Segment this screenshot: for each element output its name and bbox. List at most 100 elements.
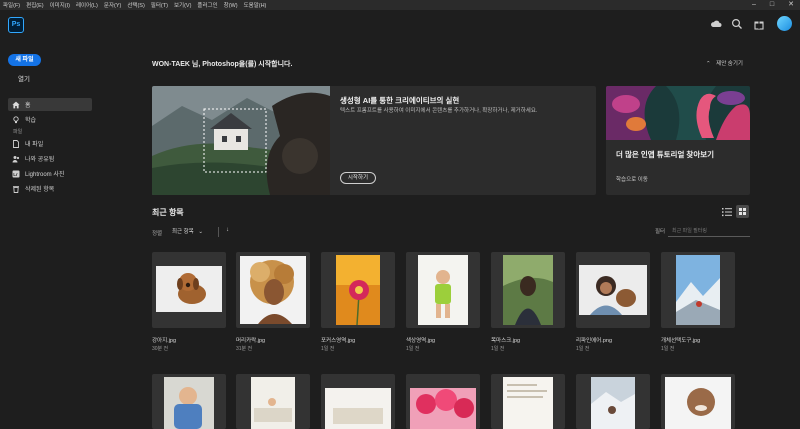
menu-view[interactable]: 보기(V) (171, 1, 194, 9)
file-thumbnail (665, 377, 731, 429)
chevron-down-icon: ⌄ (198, 229, 203, 235)
sidebar-item-label: 학습 (25, 118, 37, 124)
banner-description: 텍스트 프롬프트를 사용하여 이미지에서 콘텐츠를 추가하거나, 확장하거나, … (340, 108, 538, 114)
sidebar: 새 파일 열기 홈 학습 파일 내 파일 나와 공유됨 Lr Lightroom… (0, 38, 100, 429)
cloud-icon[interactable] (710, 18, 722, 30)
grid-view-button[interactable] (736, 205, 749, 218)
tutorial-image (606, 86, 750, 140)
menu-file[interactable]: 파일(F) (0, 1, 23, 9)
file-icon (13, 139, 19, 148)
grid-view-icon (739, 208, 746, 215)
minimize-icon[interactable]: – (752, 0, 756, 10)
file-card-baby[interactable] (152, 374, 226, 429)
search-icon[interactable] (731, 18, 743, 30)
file-time: 1일 전 (661, 346, 675, 352)
tutorials-card[interactable]: 더 많은 인앱 튜토리얼 찾아보기 학습으로 이동 (606, 86, 750, 195)
file-card-document[interactable] (491, 374, 565, 429)
app-bar: Ps (0, 10, 800, 38)
shared-people-icon (12, 155, 20, 162)
file-time: 30분 전 (152, 346, 169, 352)
file-name: 개체선택도구.jpg (661, 338, 701, 344)
sidebar-item-deleted[interactable]: 삭제된 항목 (8, 182, 92, 195)
menu-window[interactable]: 창(W) (221, 1, 241, 9)
new-file-button[interactable]: 새 파일 (8, 54, 41, 66)
trash-icon (13, 185, 19, 193)
file-time: 1일 전 (576, 346, 590, 352)
file-card-hair[interactable] (236, 252, 310, 328)
menu-image[interactable]: 이미지(I) (47, 1, 73, 9)
file-name: 색상영역.jpg (406, 338, 436, 344)
sidebar-item-learn[interactable]: 학습 (8, 113, 92, 126)
tutorials-title: 더 많은 인앱 튜토리얼 찾아보기 (616, 150, 715, 159)
list-view-icon[interactable] (722, 207, 732, 217)
file-name: 강아지.jpg (152, 338, 177, 344)
menu-help[interactable]: 도움말(H) (241, 1, 270, 9)
file-card-sofa[interactable] (321, 374, 395, 429)
file-thumbnail (579, 265, 647, 315)
file-card-sofa-child[interactable] (236, 374, 310, 429)
file-thumbnail (676, 255, 720, 325)
sidebar-item-label: 홈 (25, 103, 31, 109)
go-to-learn-link[interactable]: 학습으로 이동 (616, 175, 648, 183)
get-started-button[interactable]: 시작하기 (340, 172, 376, 184)
menu-select[interactable]: 선택(S) (124, 1, 147, 9)
page-title: WON-TAEK 님, Photoshop을(를) 시작합니다. (152, 61, 293, 68)
sidebar-item-my-files[interactable]: 내 파일 (8, 137, 92, 150)
sidebar-item-label: Lightroom 사진 (25, 172, 65, 178)
sidebar-item-home[interactable]: 홈 (8, 98, 92, 111)
menu-type[interactable]: 문자(Y) (101, 1, 124, 9)
files-section-label: 파일 (13, 129, 23, 135)
file-time: 1일 전 (406, 346, 420, 352)
filter-input[interactable] (668, 225, 750, 237)
sort-value: 최근 항목 (172, 229, 194, 235)
sort-dropdown[interactable]: 최근 항목 ⌄ (172, 227, 212, 237)
divider (218, 227, 219, 237)
hide-suggestions-button[interactable]: ⌃ 제안 숨기기 (706, 59, 743, 67)
arrow-down-icon[interactable]: ↓ (226, 227, 229, 233)
file-thumbnail (418, 255, 468, 325)
menu-filter[interactable]: 필터(T) (148, 1, 171, 9)
file-name: 목마스크.jpg (491, 338, 521, 344)
close-icon[interactable]: ✕ (788, 0, 794, 10)
file-name: 포커스영역.jpg (321, 338, 356, 344)
file-thumbnail (251, 377, 295, 429)
file-thumbnail (240, 256, 306, 324)
maximize-icon[interactable]: □ (770, 0, 774, 10)
file-card-color-range[interactable] (406, 252, 480, 328)
file-card-snow[interactable] (576, 374, 650, 429)
user-avatar[interactable] (777, 16, 792, 31)
menu-plugins[interactable]: 플러그인 (194, 1, 220, 9)
file-time: 1일 전 (491, 346, 505, 352)
file-thumbnail (503, 377, 553, 429)
photoshop-logo[interactable]: Ps (8, 17, 24, 33)
file-thumbnail (156, 266, 222, 312)
chevron-up-icon: ⌃ (706, 61, 711, 67)
file-card-dog[interactable] (152, 252, 226, 328)
home-icon (12, 101, 20, 108)
sidebar-item-lightroom[interactable]: Lr Lightroom 사진 (8, 167, 92, 180)
sidebar-item-shared[interactable]: 나와 공유됨 (8, 152, 92, 165)
file-thumbnail (591, 377, 635, 429)
banner-image (152, 86, 330, 195)
svg-text:Lr: Lr (13, 171, 18, 176)
file-card-neck-mask[interactable] (491, 252, 565, 328)
file-card-balloons[interactable] (406, 374, 480, 429)
file-name: 머리카락.jpg (236, 338, 266, 344)
file-card-refine-hair[interactable] (576, 252, 650, 328)
file-card-focus[interactable] (321, 252, 395, 328)
hide-suggestions-label: 제안 숨기기 (716, 61, 743, 67)
file-time: 1일 전 (321, 346, 335, 352)
file-card-portrait[interactable] (661, 374, 735, 429)
file-card-object-select[interactable] (661, 252, 735, 328)
banner-title: 생성형 AI를 통한 크리에이티브의 실현 (340, 96, 460, 105)
menu-layer[interactable]: 레이어(L) (73, 1, 101, 9)
gift-icon[interactable] (753, 18, 765, 30)
file-thumbnail (325, 388, 391, 429)
menu-edit[interactable]: 편집(E) (23, 1, 46, 9)
file-name: 리파인에어.png (576, 338, 613, 344)
open-button[interactable]: 열기 (18, 73, 30, 83)
menu-bar: 파일(F) 편집(E) 이미지(I) 레이어(L) 문자(Y) 선택(S) 필터… (0, 0, 800, 10)
file-thumbnail (410, 388, 476, 429)
generative-ai-banner: 생성형 AI를 통한 크리에이티브의 실현 텍스트 프롬프트를 사용하여 이미지… (152, 86, 596, 195)
sidebar-item-label: 나와 공유됨 (25, 157, 55, 163)
